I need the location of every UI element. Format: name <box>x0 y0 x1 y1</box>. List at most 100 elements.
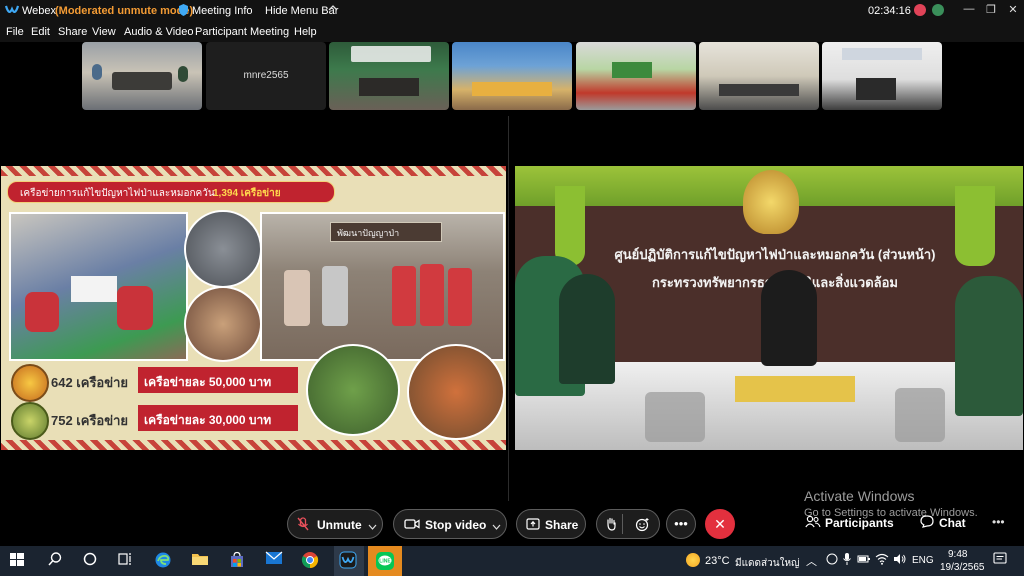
participant-video-thumbnail[interactable] <box>82 42 202 110</box>
camera-table-sign <box>735 376 855 402</box>
stop-video-button[interactable]: Stop video <box>393 509 507 539</box>
active-speaker-video: ศูนย์ปฏิบัติการแก้ไขปัญหาไฟป่าและหมอกควั… <box>515 166 1023 450</box>
funding-row-2-box: เครือข่ายละ 30,000 บาท <box>138 405 298 431</box>
tray-volume-icon[interactable] <box>893 553 907 568</box>
stop-video-label: Stop video <box>425 518 487 532</box>
slide-photo-circle <box>407 344 505 440</box>
reactions-group <box>596 509 660 539</box>
microsoft-store-icon[interactable] <box>228 551 248 571</box>
file-explorer-icon[interactable] <box>191 551 211 571</box>
menu-share[interactable]: Share <box>58 26 87 38</box>
chat-button[interactable]: Chat <box>939 516 966 530</box>
participant-video-thumbnail[interactable] <box>822 42 942 110</box>
more-options-icon[interactable]: ••• <box>666 509 696 539</box>
slide-border-top <box>1 166 506 176</box>
minimize-icon[interactable]: — <box>960 3 978 19</box>
tray-microphone-icon[interactable] <box>842 552 852 569</box>
leave-meeting-button[interactable]: ✕ <box>705 509 735 539</box>
slide-photo-sign: พัฒนาปัญญาป่า <box>337 228 400 238</box>
tray-language[interactable]: ENG <box>912 555 934 566</box>
shared-content-slide: เครือข่ายการแก้ไขปัญหาไฟป่าและหมอกควัน 1… <box>1 166 506 450</box>
participants-icon[interactable] <box>805 515 821 533</box>
raise-hand-icon[interactable] <box>605 517 617 534</box>
unmute-button[interactable]: Unmute <box>287 509 383 539</box>
menu-bar: File Edit Share View Audio & Video Parti… <box>0 22 1024 42</box>
svg-text:LINE: LINE <box>379 559 391 565</box>
chevron-down-icon[interactable] <box>492 520 501 534</box>
slide-banner: เครือข่ายการแก้ไขปัญหาไฟป่าและหมอกควัน 1… <box>7 181 335 203</box>
share-label: Share <box>545 518 579 532</box>
menu-participant[interactable]: Participant <box>195 26 247 38</box>
stage-divider <box>508 116 509 501</box>
share-button[interactable]: Share <box>516 509 586 539</box>
funding-row-1-box: เครือข่ายละ 50,000 บาท <box>138 367 298 393</box>
slide-photo-circle <box>306 344 400 436</box>
funding-row-1-count: 642 เครือข่าย <box>51 375 129 390</box>
menu-edit[interactable]: Edit <box>31 26 50 38</box>
mail-icon[interactable] <box>265 551 285 571</box>
more-panels-icon[interactable]: ••• <box>992 515 1005 529</box>
menu-help[interactable]: Help <box>294 26 317 38</box>
emblem-icon <box>11 364 49 402</box>
weather-sun-icon[interactable] <box>686 553 700 567</box>
slide-photo-group: พัฒนาปัญญาป่า <box>260 212 505 361</box>
slide-photo-meeting <box>9 212 188 361</box>
microphone-muted-icon <box>297 517 309 534</box>
emblem-icon <box>11 402 49 440</box>
webex-taskbar-icon[interactable] <box>339 551 359 571</box>
share-screen-icon <box>526 518 540 533</box>
ministry-emblem-icon <box>743 170 799 234</box>
participant-person <box>955 276 1023 416</box>
slide-photo-circle <box>184 210 262 288</box>
participant-video-thumbnail[interactable] <box>452 42 572 110</box>
participant-name-tile[interactable]: mnre2565 <box>206 42 326 110</box>
menu-meeting[interactable]: Meeting <box>250 26 289 38</box>
recording-icon[interactable] <box>914 4 926 16</box>
reaction-emoji-icon[interactable] <box>635 517 650 535</box>
chevron-down-icon[interactable] <box>368 520 377 534</box>
meeting-info-icon[interactable] <box>178 4 189 19</box>
participant-video-thumbnail[interactable] <box>329 42 449 110</box>
mode-label: (Moderated unmute mode) <box>55 5 194 17</box>
avatar[interactable] <box>932 4 944 16</box>
webex-logo-icon <box>4 4 20 19</box>
windows-start-icon[interactable] <box>9 551 29 571</box>
menu-view[interactable]: View <box>92 26 116 38</box>
tray-time[interactable]: 9:48 <box>948 549 967 560</box>
close-window-icon[interactable]: ✕ <box>1004 3 1022 19</box>
funding-row-2-amount: เครือข่ายละ 30,000 บาท <box>144 413 272 427</box>
edge-browser-icon[interactable] <box>154 551 174 571</box>
weather-temperature[interactable]: 23°C <box>705 555 730 567</box>
menu-audio-video[interactable]: Audio & Video <box>124 26 194 38</box>
watermark-title: Activate Windows <box>804 488 915 504</box>
tray-date[interactable]: 19/3/2565 <box>940 562 985 573</box>
backdrop-line-1: ศูนย์ปฏิบัติการแก้ไขปัญหาไฟป่าและหมอกควั… <box>614 247 936 262</box>
meeting-info-link[interactable]: Meeting Info <box>192 5 253 17</box>
cortana-icon[interactable] <box>82 551 102 571</box>
slide-banner-count: 1,394 เครือข่าย <box>213 188 281 199</box>
unmute-label: Unmute <box>317 518 362 532</box>
tray-wifi-icon[interactable] <box>875 553 889 568</box>
line-app-icon[interactable]: LINE <box>375 551 395 571</box>
tray-webex-icon[interactable] <box>826 553 838 565</box>
restore-icon[interactable]: ❐ <box>982 3 1000 19</box>
slide-photo-circle <box>184 286 262 362</box>
funding-row-2-count: 752 เครือข่าย <box>51 413 129 428</box>
participant-video-thumbnail[interactable] <box>699 42 819 110</box>
participants-button[interactable]: Participants <box>825 516 894 530</box>
chat-icon[interactable] <box>920 515 934 533</box>
weather-condition[interactable]: มีแดดส่วนใหญ่ <box>735 556 800 571</box>
notifications-icon[interactable] <box>993 552 1007 569</box>
video-camera-icon <box>404 518 420 533</box>
participant-video-thumbnail[interactable] <box>576 42 696 110</box>
task-view-icon[interactable] <box>117 551 137 571</box>
meeting-timer: 02:34:16 <box>868 5 911 17</box>
chevron-up-icon[interactable] <box>328 3 338 16</box>
menu-file[interactable]: File <box>6 26 24 38</box>
funding-row-1-amount: เครือข่ายละ 50,000 บาท <box>144 375 272 389</box>
participant-person <box>559 274 615 384</box>
search-icon[interactable] <box>47 551 67 571</box>
tray-battery-icon[interactable] <box>857 553 871 568</box>
chrome-icon[interactable] <box>301 551 321 571</box>
tray-chevron-up-icon[interactable]: ︿ <box>806 553 817 569</box>
